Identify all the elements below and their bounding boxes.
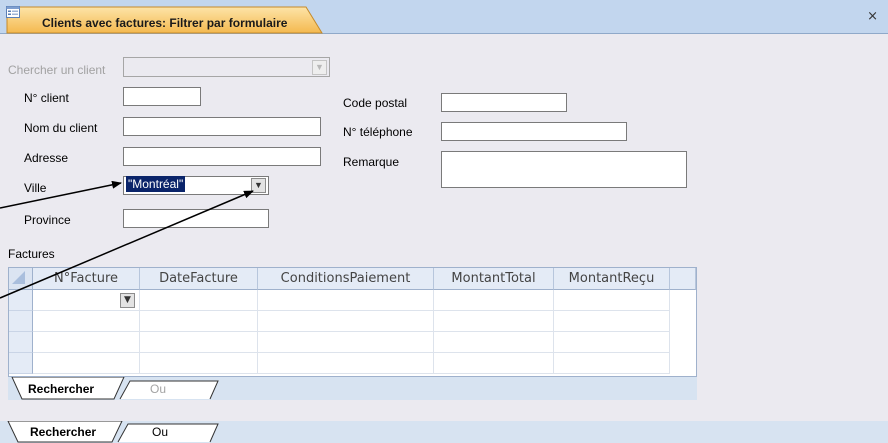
col-header-invoice-no[interactable]: N°Facture [33, 268, 140, 290]
grid-cell [140, 332, 258, 353]
chevron-down-icon[interactable]: ▼ [251, 178, 266, 193]
client-no-label: N° client [24, 91, 69, 105]
phone-label: N° téléphone [343, 125, 413, 139]
search-client-combo: ▼ [123, 57, 330, 77]
col-header-invoice-date[interactable]: DateFacture [140, 268, 258, 290]
grid-cell [33, 332, 140, 353]
remark-label: Remarque [343, 155, 400, 169]
subform-tab-find[interactable]: Rechercher [28, 382, 94, 396]
grid-cell [434, 332, 554, 353]
grid-cell [554, 332, 670, 353]
address-input[interactable] [123, 147, 321, 166]
invoice-no-filter-combo[interactable]: ▼ [33, 290, 140, 311]
form-tab-or[interactable]: Ou [152, 425, 168, 439]
client-name-input[interactable] [123, 117, 321, 136]
row-selector [9, 353, 33, 374]
province-input[interactable] [123, 209, 269, 228]
col-header-amount-received[interactable]: MontantReçu [554, 268, 670, 290]
grid-cell [140, 353, 258, 374]
invoices-label: Factures [8, 247, 55, 261]
grid-cell[interactable] [140, 290, 258, 311]
grid-cell [258, 353, 434, 374]
grid-cell[interactable] [434, 290, 554, 311]
row-selector [9, 332, 33, 353]
grid-cell[interactable] [554, 290, 670, 311]
grid-cell [258, 311, 434, 332]
grid-cell [434, 353, 554, 374]
invoices-grid: N°Facture DateFacture ConditionsPaiement… [8, 267, 697, 377]
grid-cell [33, 311, 140, 332]
grid-cell[interactable] [258, 290, 434, 311]
subform-tab-or[interactable]: Ou [150, 382, 166, 396]
grid-select-all[interactable] [9, 268, 33, 290]
postal-code-label: Code postal [343, 96, 408, 110]
grid-cell [258, 332, 434, 353]
grid-cell [554, 311, 670, 332]
search-client-label: Chercher un client [8, 63, 106, 77]
province-label: Province [24, 213, 71, 227]
select-all-triangle-icon [12, 271, 25, 284]
grid-cell [140, 311, 258, 332]
col-header-payment-terms[interactable]: ConditionsPaiement [258, 268, 434, 290]
grid-cell [33, 353, 140, 374]
document-tab[interactable]: Clients avec factures: Filtrer par formu… [6, 6, 323, 34]
col-header-spacer [670, 268, 696, 290]
chevron-down-icon[interactable]: ▼ [120, 293, 135, 308]
address-label: Adresse [24, 151, 69, 165]
form-icon [6, 6, 20, 18]
grid-cell [434, 311, 554, 332]
postal-code-input[interactable] [441, 93, 567, 112]
document-tab-bar: Clients avec factures: Filtrer par formu… [0, 0, 888, 34]
close-icon[interactable]: × [867, 9, 878, 24]
city-label: Ville [24, 181, 47, 195]
city-selected-value: "Montréal" [126, 176, 186, 192]
phone-input[interactable] [441, 122, 627, 141]
remark-input[interactable] [441, 151, 687, 188]
document-tab-title: Clients avec factures: Filtrer par formu… [42, 16, 288, 30]
grid-cell [554, 353, 670, 374]
col-header-total-amount[interactable]: MontantTotal [434, 268, 554, 290]
client-no-input[interactable] [123, 87, 201, 106]
row-selector[interactable] [9, 290, 33, 311]
chevron-down-icon: ▼ [312, 60, 327, 75]
row-selector [9, 311, 33, 332]
form-tab-find[interactable]: Rechercher [30, 425, 96, 439]
client-name-label: Nom du client [24, 121, 98, 135]
